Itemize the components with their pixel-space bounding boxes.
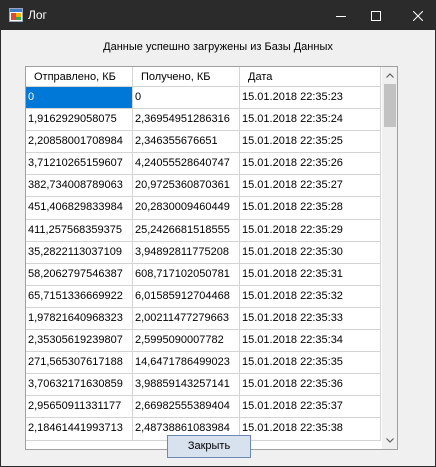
cell-date[interactable]: 15.01.2018 22:35:30 <box>240 241 381 264</box>
grid-rows: 0 0 15.01.2018 22:35:23 1,9162929058075 2,36… <box>26 87 381 441</box>
cell-received[interactable]: 4,24055528640747 <box>133 153 240 176</box>
cell-sent[interactable]: 65,7151336669922 <box>26 285 133 308</box>
cell-date[interactable]: 15.01.2018 22:35:35 <box>240 352 381 375</box>
cell-received[interactable]: 2,00211477279663 <box>133 307 240 331</box>
scroll-down-button[interactable] <box>382 432 397 449</box>
table-row[interactable]: 3,70632171630859 3,98859143257141 15.01.20… <box>26 374 381 397</box>
status-message: Данные успешно загружены из Базы Данных <box>103 41 333 53</box>
cell-sent[interactable]: 2,35305619239807 <box>26 330 133 353</box>
cell-date[interactable]: 15.01.2018 22:35:34 <box>240 330 381 353</box>
cell-date[interactable]: 15.01.2018 22:35:31 <box>240 263 381 286</box>
close-window-button[interactable] <box>400 1 435 30</box>
cell-received[interactable]: 6,01585912704468 <box>133 285 240 308</box>
cell-date[interactable]: 15.01.2018 22:35:26 <box>240 153 381 176</box>
table-row[interactable]: 1,97821640968323 2,00211477279663 15.01.20… <box>26 307 381 331</box>
close-icon <box>412 10 423 21</box>
cell-received[interactable]: 20,9725360870361 <box>133 175 240 198</box>
cell-date[interactable]: 15.01.2018 22:35:23 <box>240 87 381 110</box>
table-row[interactable]: 3,71210265159607 4,24055528640747 15.01.20… <box>26 153 381 176</box>
cell-received[interactable]: 25,2426681518555 <box>133 219 240 242</box>
column-header-sent[interactable]: Отправлено, КБ <box>26 67 133 87</box>
table-row[interactable]: 411,257568359375 25,2426681518555 15.01.20… <box>26 219 381 242</box>
cell-date[interactable]: 15.01.2018 22:35:32 <box>240 285 381 308</box>
table-row[interactable]: 271,565307617188 14,6471786499023 15.01.20… <box>26 352 381 375</box>
column-header-date[interactable]: Дата <box>240 67 381 87</box>
maximize-button[interactable] <box>358 1 393 30</box>
cell-received[interactable]: 2,3695495128631­6 <box>133 109 240 132</box>
cell-received[interactable]: 20,2830009460449 <box>133 197 240 220</box>
close-button[interactable]: Закрыть <box>167 435 251 458</box>
cell-sent[interactable]: 382,734008789063 <box>26 175 133 198</box>
app-window-icon <box>9 8 23 22</box>
cell-received[interactable]: 14,6471786499023 <box>133 352 240 375</box>
table-row[interactable]: 65,7151336669922 6,01585912704468 15.01.20… <box>26 285 381 308</box>
table-row[interactable]: 58,2062797546387 608,717102050781 15.01.20… <box>26 263 381 286</box>
cell-sent[interactable]: 1,9162929058075 <box>26 109 133 132</box>
table-row[interactable]: 1,9162929058075 2,3695495128631­6 15.01.20… <box>26 109 381 132</box>
vertical-scrollbar[interactable] <box>382 67 397 449</box>
column-header-received[interactable]: Получено, КБ <box>133 67 240 87</box>
table-row[interactable]: 2,35305619239807 2,5995090007782 15.01.201… <box>26 330 381 353</box>
table-row[interactable]: 451,406829833984 20,2830009460449 15.01.20… <box>26 197 381 220</box>
cell-received[interactable]: 2,66982555389404 <box>133 396 240 419</box>
cell-received[interactable]: 3,94892811775208 <box>133 241 240 264</box>
cell-sent[interactable]: 451,406829833984 <box>26 197 133 220</box>
maximize-icon <box>370 10 381 21</box>
cell-date[interactable]: 15.01.2018 22:35:37 <box>240 396 381 419</box>
table-row[interactable]: 0 0 15.01.2018 22:35:23 <box>26 87 381 110</box>
table-row[interactable]: 35,2822113037109 3,94892811775208 15.01.20… <box>26 241 381 264</box>
cell-date[interactable]: 15.01.2018 22:35:27 <box>240 175 381 198</box>
cell-sent[interactable]: 0 <box>26 87 133 110</box>
table-row[interactable]: 2,20858001708984 2,346355676651 15.01.2018… <box>26 131 381 154</box>
table-row[interactable]: 382,734008789063 20,9725360870361 15.01.20… <box>26 175 381 198</box>
scrollbar-thumb[interactable] <box>384 84 396 127</box>
cell-received[interactable]: 0 <box>133 87 240 110</box>
minimize-icon <box>335 15 346 17</box>
cell-sent[interactable]: 1,97821640968323 <box>26 307 133 331</box>
window-title: Лог <box>28 8 47 22</box>
cell-sent[interactable]: 35,2822113037109 <box>26 241 133 264</box>
cell-date[interactable]: 15.01.2018 22:35:25 <box>240 131 381 154</box>
chevron-up-icon <box>386 73 394 78</box>
cell-sent[interactable]: 2,20858001708984 <box>26 131 133 154</box>
window-client-area: Данные успешно загружены из Базы Данных … <box>1 30 435 466</box>
cell-sent[interactable]: 271,565307617188 <box>26 352 133 375</box>
cell-sent[interactable]: 2,18461441993713 <box>26 418 133 441</box>
cell-date[interactable]: 15.01.2018 22:35:33 <box>240 307 381 331</box>
chevron-down-icon <box>386 438 394 443</box>
cell-date[interactable]: 15.01.2018 22:35:24 <box>240 109 381 132</box>
cell-received[interactable]: 2,5995090007782 <box>133 330 240 353</box>
cell-sent[interactable]: 411,257568359375 <box>26 219 133 242</box>
cell-received[interactable]: 2,346355676651 <box>133 131 240 154</box>
table-row[interactable]: 2,95650911331177 2,66982555389404 15.01.20… <box>26 396 381 419</box>
log-data-grid[interactable]: Отправлено, КБ Получено, КБ Дата 0 0 15.01… <box>25 66 398 450</box>
cell-sent[interactable]: 58,2062797546387 <box>26 263 133 286</box>
cell-sent[interactable]: 3,71210265159607 <box>26 153 133 176</box>
title-bar[interactable]: Лог <box>1 1 435 30</box>
cell-received[interactable]: 608,717102050781 <box>133 263 240 286</box>
cell-sent[interactable]: 2,95650911331177 <box>26 396 133 419</box>
cell-date[interactable]: 15.01.2018 22:35:36 <box>240 374 381 397</box>
cell-sent[interactable]: 3,70632171630859 <box>26 374 133 397</box>
grid-header: Отправлено, КБ Получено, КБ Дата <box>26 67 381 87</box>
minimize-button[interactable] <box>323 1 358 30</box>
cell-date[interactable]: 15.01.2018 22:35:28 <box>240 197 381 220</box>
cell-received[interactable]: 3,98859143257141 <box>133 374 240 397</box>
scroll-up-button[interactable] <box>382 67 397 84</box>
log-window: Лог Данные успешно загружены из Базы Дан… <box>0 0 436 467</box>
cell-date[interactable]: 15.01.2018 22:35:38 <box>240 418 381 441</box>
cell-date[interactable]: 15.01.2018 22:35:29 <box>240 219 381 242</box>
